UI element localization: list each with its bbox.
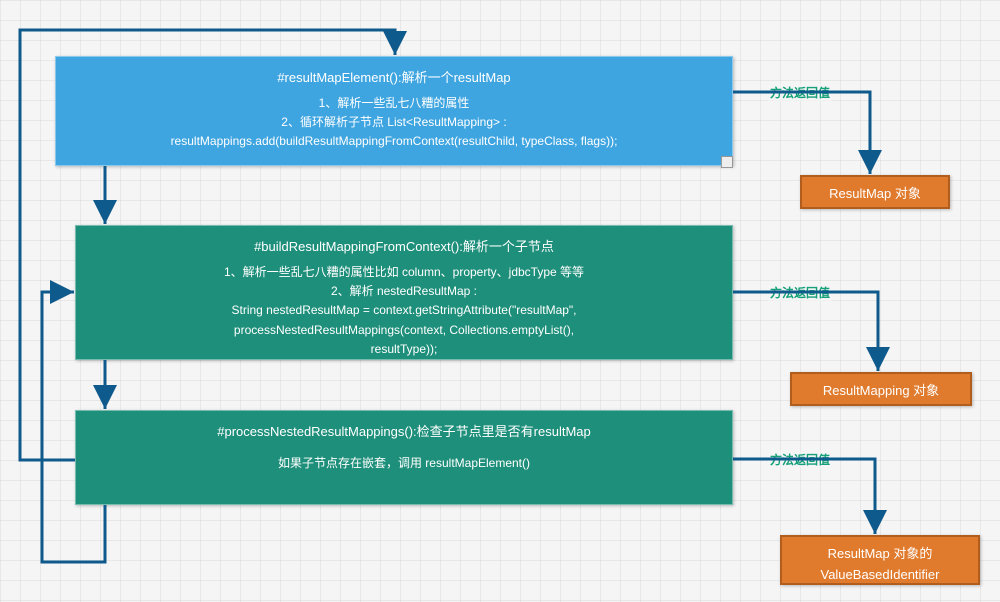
- return-label-1: 方法返回值: [768, 84, 832, 101]
- node-line: 2、解析 nestedResultMap :: [88, 282, 720, 301]
- result-resultmapping: ResultMapping 对象: [790, 372, 972, 406]
- return-label-3: 方法返回值: [768, 451, 832, 468]
- result-text: ResultMapping 对象: [804, 381, 958, 402]
- node-line: 2、循环解析子节点 List<ResultMapping> :: [68, 113, 720, 132]
- result-resultmap: ResultMap 对象: [800, 175, 950, 209]
- node-line: 1、解析一些乱七八糟的属性比如 column、property、jdbcType…: [88, 263, 720, 282]
- result-text: ValueBasedIdentifier: [794, 565, 966, 586]
- node-line: resultType));: [88, 340, 720, 359]
- result-text: ResultMap 对象: [814, 184, 936, 205]
- node-line: 如果子节点存在嵌套，调用 resultMapElement(): [88, 454, 720, 473]
- resize-handle-icon[interactable]: [721, 156, 733, 168]
- node-title: #resultMapElement():解析一个resultMap: [68, 67, 720, 86]
- return-label-2: 方法返回值: [768, 284, 832, 301]
- node-processnested: #processNestedResultMappings():检查子节点里是否有…: [75, 410, 733, 505]
- node-resultmapelement: #resultMapElement():解析一个resultMap 1、解析一些…: [55, 56, 733, 166]
- node-line: processNestedResultMappings(context, Col…: [88, 321, 720, 340]
- node-title: #buildResultMappingFromContext():解析一个子节点: [88, 236, 720, 255]
- node-line: String nestedResultMap = context.getStri…: [88, 301, 720, 320]
- node-line: 1、解析一些乱七八糟的属性: [68, 94, 720, 113]
- node-title: #processNestedResultMappings():检查子节点里是否有…: [88, 421, 720, 440]
- node-line: resultMappings.add(buildResultMappingFro…: [68, 132, 720, 151]
- result-valuebasedidentifier: ResultMap 对象的 ValueBasedIdentifier: [780, 535, 980, 585]
- result-text: ResultMap 对象的: [794, 544, 966, 565]
- node-buildresultmapping: #buildResultMappingFromContext():解析一个子节点…: [75, 225, 733, 360]
